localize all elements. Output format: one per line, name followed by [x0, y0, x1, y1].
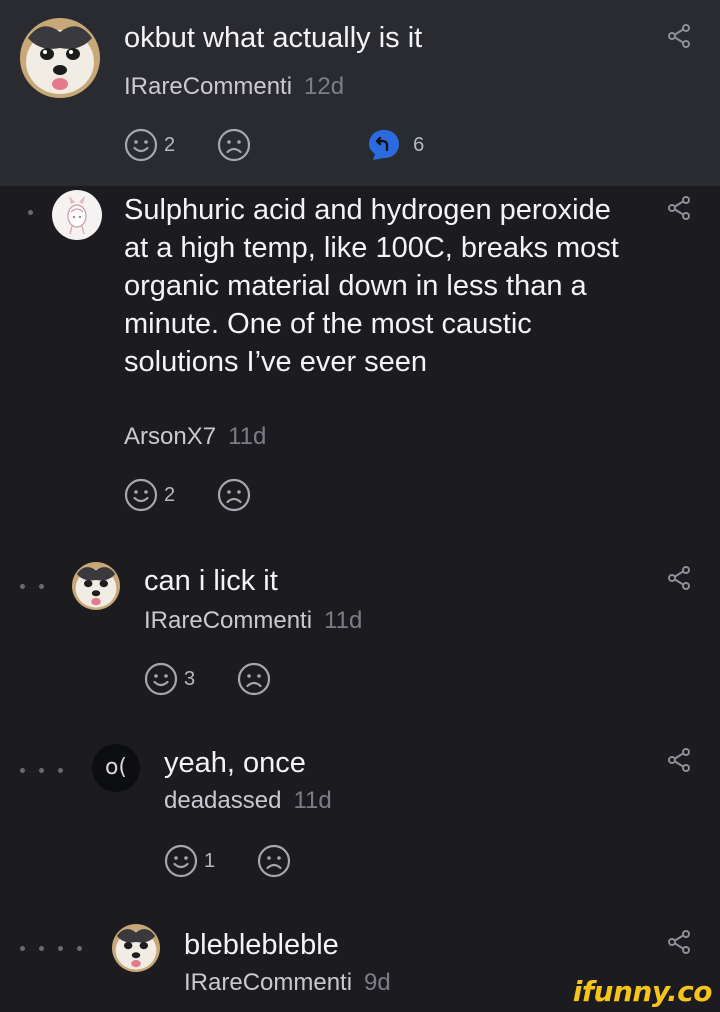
comment-time: 11d: [293, 787, 332, 814]
comment-meta: deadassed 11d: [164, 786, 332, 816]
user-avatar[interactable]: [72, 562, 120, 610]
smile-count: 2: [164, 133, 176, 156]
comment-time: 12d: [304, 73, 345, 100]
comment-text: okbut what actually is it: [124, 22, 423, 54]
replies-button[interactable]: 6: [367, 128, 424, 162]
smile-icon: [144, 662, 178, 696]
unsmile-button[interactable]: [237, 662, 271, 696]
share-icon[interactable]: [666, 928, 694, 956]
smile-button[interactable]: 2: [124, 478, 175, 512]
depth-dot: [39, 946, 44, 951]
comment-text: yeah, once: [164, 747, 306, 779]
reaction-bar: 3: [144, 662, 271, 696]
unsmile-button[interactable]: [257, 844, 291, 878]
depth-dot: [58, 768, 63, 773]
smile-count: 3: [184, 667, 196, 690]
depth-dot: [20, 946, 25, 951]
user-avatar[interactable]: [112, 924, 160, 972]
share-icon[interactable]: [666, 194, 694, 222]
smile-count: 1: [204, 849, 216, 872]
unsmile-icon: [258, 844, 291, 878]
comment-text: Sulphuric acid and hydrogen peroxide at …: [124, 194, 619, 378]
unsmile-icon: [218, 478, 251, 512]
depth-dot: [20, 768, 25, 773]
comment-time: 9d: [364, 969, 391, 996]
ifunny-watermark: ifunny.co: [572, 975, 713, 1008]
thread-depth-indicator: [28, 210, 33, 215]
drawing-avatar-image: [52, 190, 102, 240]
author-name[interactable]: IRareCommenti: [144, 607, 312, 634]
smile-icon: [164, 844, 198, 878]
reply-bubble-icon: [369, 130, 400, 160]
share-icon[interactable]: [666, 746, 694, 774]
share-icon[interactable]: [666, 564, 694, 592]
comment-text: bleblebleble: [184, 929, 339, 961]
smile-button[interactable]: 3: [144, 662, 195, 696]
smile-count: 2: [164, 483, 176, 506]
smile-button[interactable]: 2: [124, 128, 175, 162]
replies-count: 6: [413, 133, 425, 156]
user-avatar[interactable]: o(: [92, 744, 140, 792]
user-avatar[interactable]: [20, 18, 100, 98]
depth-dot: [28, 210, 33, 215]
husky-avatar-image: [20, 18, 100, 98]
thread-depth-indicator: [20, 584, 44, 589]
unsmile-icon: [218, 128, 251, 162]
husky-avatar-image: [112, 924, 160, 972]
smile-button[interactable]: 1: [164, 844, 215, 878]
depth-dot: [39, 768, 44, 773]
author-name[interactable]: IRareCommenti: [184, 969, 352, 996]
comment-meta: IRareCommenti 12d: [124, 72, 344, 102]
comment-meta: ArsonX7 11d: [124, 422, 266, 452]
thread-depth-indicator: [20, 946, 82, 951]
share-icon[interactable]: [666, 22, 694, 50]
reaction-bar: 1: [164, 844, 291, 878]
author-name[interactable]: IRareCommenti: [124, 73, 292, 100]
user-avatar[interactable]: [52, 190, 102, 240]
depth-dot: [77, 946, 82, 951]
comment-meta: IRareCommenti 9d: [184, 968, 391, 998]
unsmile-button[interactable]: [217, 478, 251, 512]
reaction-bar: 2 6: [124, 128, 424, 162]
comment-text: can i lick it: [144, 565, 278, 597]
depth-dot: [20, 584, 25, 589]
smile-icon: [124, 478, 158, 512]
comment-3: can i lick it IRareCommenti 11d 3: [0, 550, 720, 730]
comment-1: okbut what actually is it IRareCommenti 1…: [0, 0, 720, 186]
smile-icon: [124, 128, 158, 162]
depth-dot: [39, 584, 44, 589]
comment-time: 11d: [228, 423, 267, 450]
comment-meta: IRareCommenti 11d: [144, 606, 362, 636]
avatar-text: o(: [104, 755, 128, 780]
husky-avatar-image: [72, 562, 120, 610]
comment-2: Sulphuric acid and hydrogen peroxide at …: [0, 186, 720, 550]
depth-dot: [58, 946, 63, 951]
comment-4: o( yeah, once deadassed 11d 1: [0, 730, 720, 910]
reaction-bar: 2: [124, 478, 251, 512]
author-name[interactable]: deadassed: [164, 787, 281, 814]
author-name[interactable]: ArsonX7: [124, 423, 216, 450]
comment-time: 11d: [324, 607, 363, 634]
thread-depth-indicator: [20, 768, 63, 773]
unsmile-button[interactable]: [217, 128, 251, 162]
unsmile-icon: [238, 662, 271, 696]
